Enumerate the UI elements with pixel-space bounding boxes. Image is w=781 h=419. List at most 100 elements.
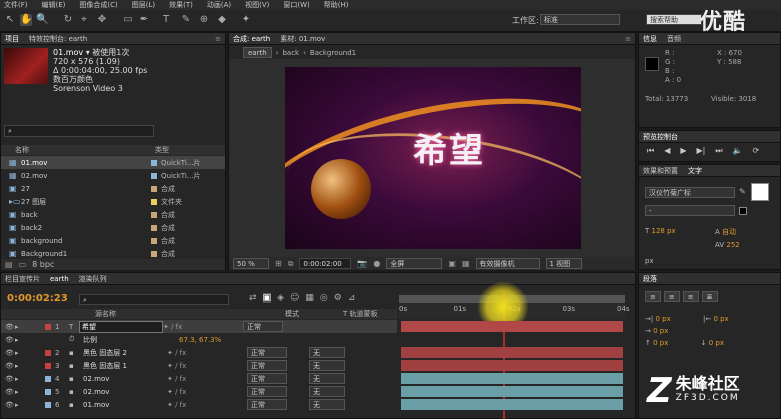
space-before-value[interactable]: 0 px bbox=[653, 339, 668, 347]
visibility-eye-icon[interactable]: 👁 bbox=[5, 362, 15, 370]
column-track-matte[interactable]: T 轨道蒙板 bbox=[343, 309, 378, 319]
layer-name[interactable]: 02.mov bbox=[83, 388, 167, 396]
blend-mode-select[interactable]: 正常 bbox=[247, 373, 287, 384]
last-frame-icon[interactable]: ⏭ bbox=[715, 146, 722, 156]
column-type[interactable]: 类型 bbox=[155, 145, 169, 155]
track-matte-select[interactable]: 无 bbox=[309, 399, 345, 410]
track-matte-select[interactable]: 无 bbox=[309, 373, 345, 384]
layer-label-color[interactable] bbox=[45, 388, 51, 395]
tab-character[interactable]: 文字 bbox=[688, 166, 702, 176]
visibility-eye-icon[interactable]: 👁 bbox=[5, 323, 15, 331]
project-search-input[interactable]: ⌕ bbox=[4, 125, 154, 137]
expand-twirl-icon[interactable]: ▸ bbox=[15, 336, 45, 344]
motion-blur-icon[interactable]: ◎ bbox=[320, 293, 328, 303]
visibility-eye-icon[interactable]: 👁 bbox=[5, 375, 15, 383]
rotate-tool-icon[interactable]: ↻ bbox=[62, 14, 74, 26]
leading-value[interactable]: 自动 bbox=[722, 228, 736, 236]
layer-switches[interactable]: ✦ ∕ fx bbox=[167, 375, 247, 383]
align-left-icon[interactable]: ≡ bbox=[645, 291, 661, 302]
tab-audio[interactable]: 音频 bbox=[667, 34, 681, 44]
brainstorm-icon[interactable]: ⚙ bbox=[334, 293, 342, 303]
graph-editor-icon[interactable]: ⊿ bbox=[348, 293, 356, 303]
layer-duration-bar[interactable] bbox=[401, 347, 623, 358]
timeline-timecode[interactable]: 0:00:02:23 bbox=[7, 293, 68, 304]
column-name[interactable]: 名称 bbox=[15, 145, 155, 155]
next-frame-icon[interactable]: ▶| bbox=[697, 146, 706, 156]
project-item[interactable]: ▣ back 合成 bbox=[1, 208, 225, 221]
menu-composition[interactable]: 图像合成(C) bbox=[79, 0, 117, 10]
breadcrumb-background1[interactable]: Background1 bbox=[310, 49, 356, 57]
menu-animation[interactable]: 动画(A) bbox=[207, 0, 231, 10]
region-of-interest-icon[interactable]: ▣ bbox=[448, 259, 456, 268]
time-ruler[interactable]: 0s01s02s03s04s bbox=[399, 281, 630, 419]
layer-label-color[interactable] bbox=[45, 401, 51, 408]
tab-render-queue[interactable]: 渲染队列 bbox=[79, 274, 107, 284]
panel-menu-icon[interactable]: ≡ bbox=[215, 35, 221, 43]
audio-icon[interactable]: 🔈 bbox=[733, 146, 743, 156]
text-tool-icon[interactable]: T bbox=[160, 14, 172, 26]
layer-duration-bar[interactable] bbox=[401, 373, 623, 384]
indent-left-value[interactable]: 0 px bbox=[655, 315, 670, 323]
blend-mode-select[interactable]: 正常 bbox=[247, 386, 287, 397]
workspace-select[interactable]: 标准 bbox=[540, 14, 620, 25]
blend-mode-select[interactable]: 正常 bbox=[247, 347, 287, 358]
brush-tool-icon[interactable]: ✎ bbox=[180, 14, 192, 26]
tab-effect-controls[interactable]: 特效控制台: earth bbox=[29, 34, 87, 44]
loop-icon[interactable]: ⟳ bbox=[753, 146, 760, 156]
tab-effects-presets[interactable]: 效果和预置 bbox=[643, 166, 678, 176]
fill-color-swatch[interactable] bbox=[751, 183, 769, 201]
expand-twirl-icon[interactable]: ▸ bbox=[15, 362, 45, 370]
tab-composition[interactable]: 合成: earth bbox=[233, 34, 270, 44]
tab-paragraph[interactable]: 段落 bbox=[643, 274, 657, 284]
layer-duration-bar[interactable] bbox=[401, 386, 623, 397]
menu-file[interactable]: 文件(F) bbox=[4, 0, 28, 10]
snapshot-icon[interactable]: 📷 bbox=[357, 259, 367, 268]
label-color-swatch[interactable] bbox=[151, 185, 157, 192]
label-color-swatch[interactable] bbox=[151, 198, 157, 205]
label-color-swatch[interactable] bbox=[151, 224, 157, 231]
layer-switches[interactable]: ✦ ∕ fx bbox=[167, 349, 247, 357]
layer-duration-bar[interactable] bbox=[401, 360, 623, 371]
play-icon[interactable]: ▶ bbox=[680, 146, 686, 156]
live-update-icon[interactable]: ▣ bbox=[262, 293, 272, 303]
draft-3d-icon[interactable]: ◈ bbox=[277, 293, 284, 303]
clone-tool-icon[interactable]: ⊕ bbox=[198, 14, 210, 26]
layer-label-color[interactable] bbox=[45, 375, 51, 382]
project-item[interactable]: ▣ back2 合成 bbox=[1, 221, 225, 234]
scale-value[interactable]: 67.3, 67.3% bbox=[179, 336, 221, 344]
justify-icon[interactable]: ≣ bbox=[701, 291, 718, 302]
menu-window[interactable]: 窗口(W) bbox=[283, 0, 309, 10]
footage-usage[interactable]: ▾ 被使用1次 bbox=[86, 48, 130, 57]
visibility-eye-icon[interactable]: 👁 bbox=[5, 388, 15, 396]
breadcrumb-back[interactable]: back bbox=[282, 49, 299, 57]
font-style-select[interactable]: - bbox=[645, 205, 735, 216]
interpret-icon[interactable]: ▤ bbox=[5, 260, 13, 269]
view-layout-select[interactable]: 1 视图 bbox=[545, 258, 582, 269]
resolution-select[interactable]: 全屏 bbox=[386, 258, 443, 269]
project-item[interactable]: ▸▭ 27 图层 文件夹 bbox=[1, 195, 225, 208]
pan-behind-tool-icon[interactable]: ✥ bbox=[96, 14, 108, 26]
breadcrumb-earth[interactable]: earth bbox=[243, 47, 272, 58]
show-channel-icon[interactable]: ● bbox=[373, 259, 380, 268]
camera-tool-icon[interactable]: ⌖ bbox=[78, 14, 90, 26]
project-item[interactable]: ▦ 02.mov QuickTi...片 bbox=[1, 169, 225, 182]
column-source-name[interactable]: 源名称 bbox=[95, 309, 285, 319]
hand-tool-icon[interactable]: ✋ bbox=[20, 14, 32, 26]
project-item[interactable]: ▣ background 合成 bbox=[1, 234, 225, 247]
layer-switches[interactable]: ✦ ∕ fx bbox=[163, 323, 243, 331]
table-row[interactable]: 👁 ▸ 2 ▪ 黑色 固态层 2 ✦ ∕ fx 正常 无 bbox=[1, 346, 397, 359]
eyedropper-icon[interactable]: ✎ bbox=[739, 187, 746, 196]
composition-viewer[interactable]: 希望 bbox=[229, 59, 635, 257]
track-matte-select[interactable]: 无 bbox=[309, 360, 345, 371]
font-size-value[interactable]: 128 px bbox=[652, 227, 676, 235]
tab-preview[interactable]: 预览控制台 bbox=[643, 132, 678, 142]
layer-switches[interactable]: ✦ ∕ fx bbox=[167, 401, 247, 409]
track-matte-select[interactable]: 无 bbox=[309, 386, 345, 397]
blend-mode-select[interactable]: 正常 bbox=[243, 321, 283, 332]
font-family-select[interactable]: 汉仪竹菊广标 bbox=[645, 187, 735, 198]
layer-label-color[interactable] bbox=[45, 349, 51, 356]
layer-duration-bar[interactable] bbox=[401, 399, 623, 410]
layer-switches[interactable]: ✦ ∕ fx bbox=[167, 388, 247, 396]
layer-name[interactable]: 黑色 固态层 2 bbox=[83, 348, 167, 358]
menu-help[interactable]: 帮助(H) bbox=[324, 0, 349, 10]
